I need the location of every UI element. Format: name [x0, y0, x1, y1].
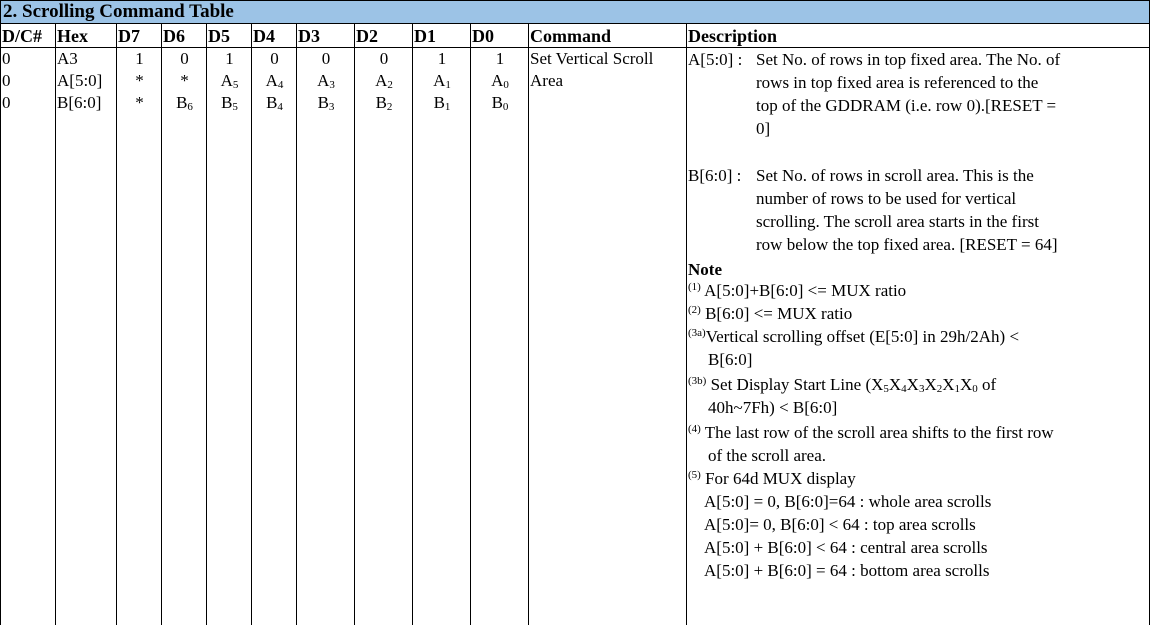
cell-d4: 0	[270, 49, 279, 68]
cell-hex: B[6:0]	[57, 93, 102, 112]
header-d7: D7	[118, 26, 140, 46]
note-5: (5) For 64d MUX display	[688, 469, 856, 488]
cell-d3: 0	[321, 49, 331, 68]
cell-d7: *	[135, 93, 144, 112]
header-d3: D3	[298, 26, 320, 46]
note-3a-cont: B[6:0]	[708, 350, 753, 369]
note-2: (2) B[6:0] <= MUX ratio	[688, 304, 853, 323]
mux-line: A[5:0] + B[6:0] = 64 : bottom area scrol…	[704, 561, 990, 580]
note-4: (4) The last row of the scroll area shif…	[688, 423, 1054, 442]
cell-d4: B4	[266, 93, 283, 113]
desc-a-line: rows in top fixed area is referenced to …	[756, 73, 1039, 92]
header-hex: Hex	[57, 26, 88, 46]
cell-d7: 1	[135, 49, 144, 68]
cell-d0: 1	[495, 49, 505, 68]
cell-d4: A4	[265, 71, 284, 91]
mux-line: A[5:0]= 0, B[6:0] < 64 : top area scroll…	[704, 515, 976, 534]
cell-d6: *	[180, 71, 189, 90]
desc-b-line: Set No. of rows in scroll area. This is …	[756, 166, 1034, 185]
cell-d2: 0	[379, 49, 389, 68]
note-1: (1) A[5:0]+B[6:0] <= MUX ratio	[688, 281, 907, 300]
cell-d3: B3	[317, 93, 335, 113]
cell-d7: *	[135, 71, 144, 90]
header-d1: D1	[414, 26, 436, 46]
cell-d0: B0	[491, 93, 509, 113]
cell-dc: 0	[2, 71, 11, 90]
desc-b-line: row below the top fixed area. [RESET = 6…	[756, 235, 1058, 254]
desc-a-line: top of the GDDRAM (i.e. row 0).[RESET =	[756, 96, 1057, 115]
header-command: Command	[530, 26, 612, 46]
header-d5: D5	[208, 26, 230, 46]
desc-a-line: 0]	[756, 119, 771, 138]
desc-b-line: scrolling. The scroll area starts in the…	[756, 212, 1039, 231]
command-line-1: Set Vertical Scroll	[530, 49, 654, 68]
header-d2: D2	[356, 26, 378, 46]
note-4-cont: of the scroll area.	[708, 446, 826, 465]
header-d6: D6	[163, 26, 185, 46]
header-d4: D4	[253, 26, 275, 46]
mux-line: A[5:0] + B[6:0] < 64 : central area scro…	[704, 538, 988, 557]
cell-d5: B5	[221, 93, 238, 113]
table-title: 2. Scrolling Command Table	[0, 0, 1150, 24]
header-description: Description	[688, 26, 777, 46]
cell-d1: B1	[433, 93, 451, 113]
cell-dc: 0	[2, 93, 11, 112]
cell-d2: B2	[375, 93, 393, 113]
note-3a: (3a)Vertical scrolling offset (E[5:0] in…	[688, 327, 1020, 346]
desc-b-line: number of rows to be used for vertical	[756, 189, 1017, 208]
x-sequence: X5X4X3X2X1X0	[871, 375, 978, 395]
cell-d0: A0	[491, 71, 509, 91]
desc-a-line: Set No. of rows in top fixed area. The N…	[756, 50, 1061, 69]
mux-line: A[5:0] = 0, B[6:0]=64 : whole area scrol…	[704, 492, 992, 511]
note-3b-cont: 40h~7Fh) < B[6:0]	[708, 398, 838, 417]
cell-dc: 0	[2, 49, 11, 68]
command-line-2: Area	[530, 71, 564, 90]
cell-d6: 0	[180, 49, 189, 68]
cell-d3: A3	[317, 71, 335, 91]
desc-a-label: A[5:0] :	[688, 50, 743, 69]
cell-d1: A1	[433, 71, 451, 91]
note-title: Note	[688, 260, 722, 279]
cell-hex: A[5:0]	[57, 71, 103, 90]
cell-d5: 1	[225, 49, 234, 68]
header-dc: D/C#	[2, 26, 42, 46]
cell-hex: A3	[57, 49, 78, 68]
note-3b: (3b) Set Display Start Line (X5X4X3X2X1X…	[688, 375, 997, 395]
cell-d6: B6	[176, 93, 193, 113]
desc-b-label: B[6:0] :	[688, 166, 742, 185]
cell-d2: A2	[375, 71, 393, 91]
cell-d1: 1	[437, 49, 447, 68]
header-d0: D0	[472, 26, 494, 46]
cell-d5: A5	[220, 71, 239, 91]
